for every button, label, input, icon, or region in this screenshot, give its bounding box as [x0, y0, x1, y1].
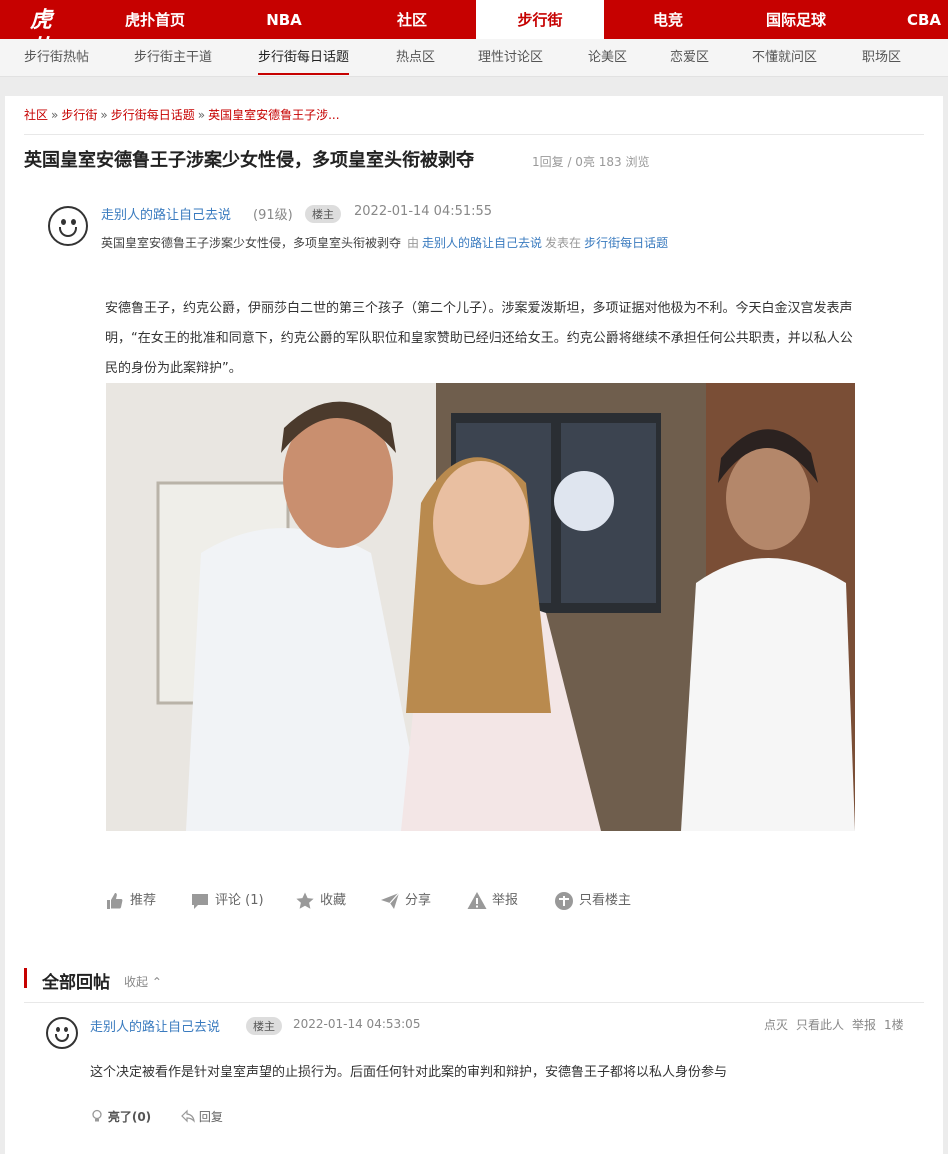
post-subline: 英国皇室安德鲁王子涉案少女性侵，多项皇室头衔被剥夺由走别人的路让自己去说 发表在步… [101, 234, 671, 251]
light-count: (0) [131, 1110, 152, 1124]
avatar-eye [64, 1027, 68, 1032]
post-image[interactable] [106, 383, 855, 831]
reply-author[interactable]: 走别人的路让自己去说 [90, 1016, 220, 1035]
subline-board[interactable]: 步行街每日话题 [584, 236, 668, 250]
comment-icon [192, 894, 208, 909]
subnav-career[interactable]: 职场区 [862, 39, 901, 77]
collapse-label: 收起 [124, 975, 149, 989]
section-accent [24, 968, 27, 988]
subline-author[interactable]: 走别人的路让自己去说 [422, 236, 542, 250]
divider [24, 134, 924, 135]
breadcrumb-community[interactable]: 社区 [24, 108, 48, 122]
breadcrumb: 社区» 步行街» 步行街每日话题» 英国皇室安德鲁王子涉... [24, 106, 340, 123]
host-only-label: 只看楼主 [579, 893, 632, 908]
replies-heading: 全部回帖 [42, 973, 110, 993]
avatar-eye [61, 219, 66, 225]
nav-item-bxj[interactable]: 步行街 [476, 0, 604, 39]
subline-by: 由 [407, 236, 420, 250]
share-label: 分享 [405, 893, 432, 908]
subnav-hot-zone[interactable]: 热点区 [396, 39, 435, 77]
op-badge: 楼主 [305, 205, 341, 223]
post-stats: 1回复 / 0亮 183 浏览 [532, 155, 650, 169]
share-icon [381, 892, 400, 909]
warning-icon [467, 892, 487, 909]
collapse-toggle[interactable]: 收起 ⌃ [124, 973, 162, 990]
subnav-main-road[interactable]: 步行街主干道 [134, 39, 212, 77]
post-body: 安德鲁王子，约克公爵，伊丽莎白二世的第三个孩子（第二个儿子）。涉案爱泼斯坦，多项… [105, 301, 853, 376]
top-nav: 虎扑 虎扑首页 NBA 社区 步行街 电竞 国际足球 CBA [0, 0, 948, 61]
reply-time: 2022-01-14 04:53:05 [293, 1017, 421, 1031]
breadcrumb-separator: » [100, 108, 108, 122]
reply-label: 回复 [198, 1110, 223, 1124]
post-time: 2022-01-14 04:51:55 [354, 204, 493, 219]
breadcrumb-daily-topic[interactable]: 步行街每日话题 [111, 108, 195, 122]
page-title: 英国皇室安德鲁王子涉案少女性侵，多项皇室头衔被剥夺 [24, 150, 474, 171]
reply-arrow-icon [181, 1109, 195, 1123]
subline-meta: 由走别人的路让自己去说 发表在 步行街每日话题 [407, 236, 671, 250]
subnav-beauty[interactable]: 论美区 [588, 39, 627, 77]
nav-item-nba[interactable]: NBA [252, 0, 316, 39]
avatar-mouth [59, 227, 77, 237]
breadcrumb-separator: » [197, 108, 206, 122]
reply-content: 这个决定被看作是针对皇室声望的止损行为。后面任何针对此案的审判和辩护，安德鲁王子… [90, 1065, 728, 1080]
subline-published: 发表在 [545, 236, 582, 250]
breadcrumb-bxj[interactable]: 步行街 [61, 108, 97, 122]
subnav-rational[interactable]: 理性讨论区 [478, 39, 543, 77]
nav-item-soccer[interactable]: 国际足球 [748, 0, 844, 39]
favorite-label: 收藏 [320, 893, 347, 908]
floor-number: 1楼 [884, 1018, 904, 1032]
reply-op-badge: 楼主 [246, 1017, 282, 1035]
divider [24, 1002, 924, 1003]
star-icon [296, 892, 314, 909]
dim-button[interactable]: 点灭 [764, 1016, 788, 1033]
nav-item-community[interactable]: 社区 [380, 0, 444, 39]
nav-item-cba[interactable]: CBA [896, 0, 948, 39]
author-name[interactable]: 走别人的路让自己去说 [101, 204, 231, 223]
subnav-love[interactable]: 恋爱区 [670, 39, 709, 77]
breadcrumb-current[interactable]: 英国皇室安德鲁王子涉... [208, 108, 339, 122]
light-button[interactable]: 亮了(0) [90, 1108, 151, 1125]
subnav-daily-topic[interactable]: 步行街每日话题 [258, 39, 350, 77]
recommend-label: 推荐 [130, 893, 157, 908]
nav-item-home[interactable]: 虎扑首页 [108, 0, 202, 39]
post-photo [106, 383, 855, 831]
subline-title: 英国皇室安德鲁王子涉案少女性侵，多项皇室头衔被剥夺 [101, 236, 402, 250]
report-label: 举报 [492, 893, 519, 908]
chevron-up-icon: ⌃ [151, 975, 162, 989]
light-label: 亮了 [107, 1110, 132, 1124]
subnav-ask[interactable]: 不懂就问区 [752, 39, 817, 77]
subnav-hot-posts[interactable]: 步行街热帖 [24, 39, 89, 77]
breadcrumb-separator: » [51, 108, 59, 122]
thumb-up-icon [107, 893, 123, 909]
avatar-eye [56, 1027, 60, 1032]
avatar-mouth [55, 1034, 69, 1042]
reply-avatar[interactable] [46, 1017, 78, 1049]
avatar-eye [71, 219, 76, 225]
reply-report-button[interactable]: 举报 [852, 1016, 876, 1033]
hupu-logo[interactable]: 虎扑 [30, 6, 66, 61]
author-level: (91级) [253, 208, 293, 223]
host-only-icon [555, 892, 573, 910]
sub-nav: 步行街热帖 步行街主干道 步行街每日话题 热点区 理性讨论区 论美区 恋爱区 不… [0, 39, 948, 77]
only-this-user-button[interactable]: 只看此人 [796, 1016, 844, 1033]
comment-label: 评论 (1) [215, 893, 264, 908]
post-card: 社区» 步行街» 步行街每日话题» 英国皇室安德鲁王子涉... 英国皇室安德鲁王子涉案… [5, 96, 943, 1154]
nav-item-esports[interactable]: 电竞 [636, 0, 700, 39]
avatar[interactable] [48, 206, 88, 246]
reply-button[interactable]: 回复 [181, 1108, 223, 1125]
lightbulb-icon [92, 1109, 102, 1122]
